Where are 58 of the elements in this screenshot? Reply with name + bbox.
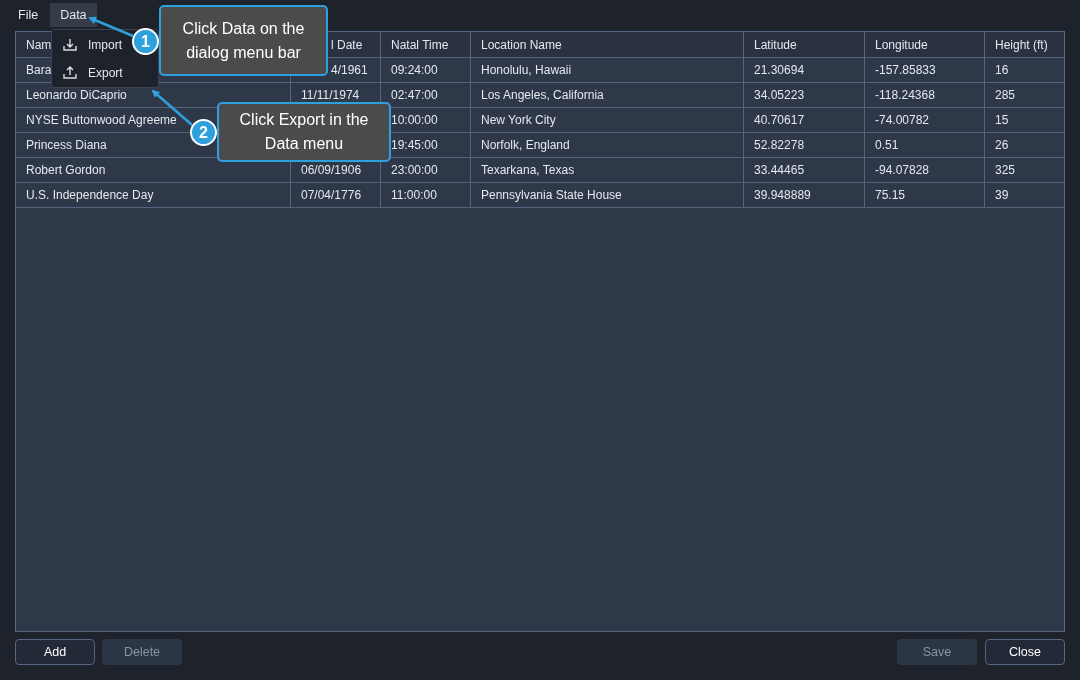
table-cell: Los Angeles, California — [481, 88, 604, 102]
table-cell: 06/09/1906 — [301, 163, 362, 177]
table-cell: Honolulu, Hawaii — [481, 63, 572, 77]
table-cell: Princess Diana — [26, 138, 107, 152]
table-cell: 02:47:00 — [391, 88, 438, 102]
column-header[interactable]: Height (ft) — [995, 35, 1048, 54]
table-cell: Pennsylvania State House — [481, 188, 622, 202]
menu-bar-item[interactable]: File — [8, 3, 49, 27]
table-cell: 39.948889 — [754, 188, 811, 202]
action-button[interactable]: Close — [985, 639, 1065, 665]
table-cell: -74.00782 — [875, 113, 930, 127]
table-cell: 34.05223 — [754, 88, 805, 102]
menu-bar-item[interactable]: Data — [50, 3, 97, 27]
table-cell: 39 — [995, 188, 1009, 202]
table-cell: U.S. Independence Day — [26, 188, 154, 202]
table-cell: Leonardo DiCaprio — [26, 88, 127, 102]
action-button[interactable]: Add — [15, 639, 95, 665]
table-cell: 16 — [995, 63, 1009, 77]
table-cell: 15 — [995, 113, 1009, 127]
column-header[interactable]: Longitude — [875, 35, 928, 54]
table-cell: 325 — [995, 163, 1016, 177]
callout-box: Click Export in the Data menu — [217, 102, 391, 162]
callout-box: Click Data on the dialog menu bar — [159, 5, 328, 76]
table-cell: Norfolk, England — [481, 138, 570, 152]
menu-item[interactable]: Export — [52, 61, 123, 84]
column-header[interactable]: Latitude — [754, 35, 797, 54]
pointer-arrow — [88, 16, 134, 38]
table-cell: NYSE Buttonwood Agreeme — [26, 113, 177, 127]
table-cell: Texarkana, Texas — [481, 163, 575, 177]
table-cell: 33.44465 — [754, 163, 805, 177]
table-cell: 10:00:00 — [391, 113, 438, 127]
table-cell: 21.30694 — [754, 63, 805, 77]
table-cell: 09:24:00 — [391, 63, 438, 77]
table-cell: 285 — [995, 88, 1016, 102]
table-cell: 4/1961 — [331, 63, 368, 77]
table-cell: 0.51 — [875, 138, 899, 152]
table-cell: -157.85833 — [875, 63, 936, 77]
table-cell: New York City — [481, 113, 556, 127]
table-cell: 07/04/1776 — [301, 188, 362, 202]
table-cell: 11:00:00 — [391, 188, 437, 202]
table-cell: 75.15 — [875, 188, 906, 202]
upload-tray-icon — [62, 64, 78, 81]
column-header[interactable]: Location Name — [481, 35, 562, 54]
table-cell: 52.82278 — [754, 138, 805, 152]
table-cell: 19:45:00 — [391, 138, 438, 152]
table-cell: 11/11/1974 — [301, 88, 360, 102]
table-cell: -94.07828 — [875, 163, 930, 177]
column-header[interactable]: Nam — [26, 35, 52, 54]
menu-item[interactable]: Import — [52, 33, 122, 56]
table-cell: Robert Gordon — [26, 163, 106, 177]
column-header[interactable]: Natal Time — [391, 35, 449, 54]
table-cell: 40.70617 — [754, 113, 805, 127]
download-tray-icon — [62, 36, 78, 53]
table-cell: 23:00:00 — [391, 163, 438, 177]
column-header[interactable]: l Date — [331, 35, 363, 54]
table-cell: Bara — [26, 63, 52, 77]
table-cell: -118.24368 — [875, 88, 935, 102]
table-cell: 26 — [995, 138, 1009, 152]
